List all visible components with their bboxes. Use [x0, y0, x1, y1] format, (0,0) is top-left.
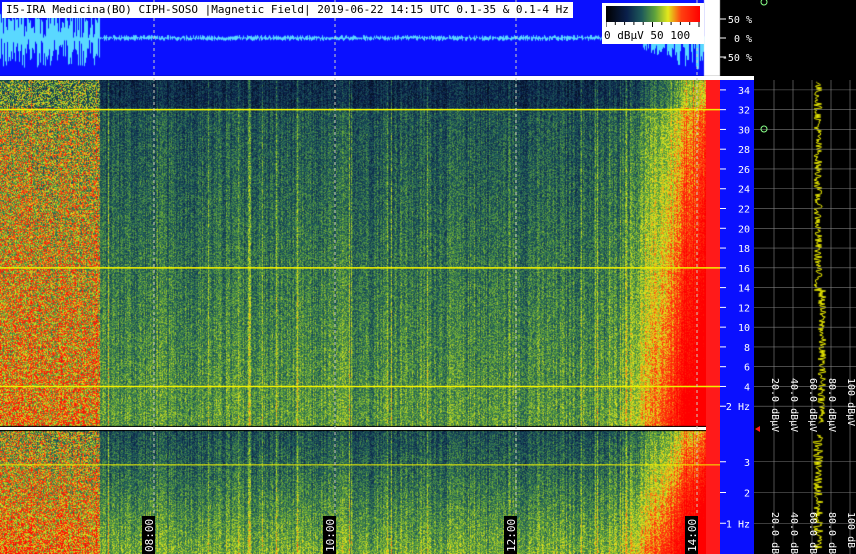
- avg-marker-top: [760, 0, 768, 6]
- freq-tick-label-8: 18: [738, 244, 750, 255]
- right-edge-band: [706, 80, 720, 554]
- freq-tick-label-7: 20: [738, 224, 750, 235]
- freq-tick-label-1: 32: [738, 106, 750, 117]
- panel-separator-bottom: [0, 427, 754, 430]
- colorbar-ticks: [606, 22, 700, 27]
- freq-tick-label-12: 10: [738, 323, 750, 334]
- spectrogram-figure: 08:00 10:00 12:00 14:00 50 % 0 % -50 % 34 32 30 28…: [0, 0, 856, 554]
- waveform-tick-label-2: -50 %: [722, 53, 752, 64]
- colorbar: 0 dBµV 50 100: [602, 3, 704, 44]
- freq-tick-label-0: 34: [738, 86, 750, 97]
- avg-marker-hi: [760, 125, 768, 133]
- avg-low-xtick-label-3: 80.0 dB: [826, 512, 837, 554]
- avg-xtick-label-0: 20.0 dBµV: [769, 378, 780, 432]
- avg-xtick-label-1: 40.0 dBµV: [788, 378, 799, 432]
- avg-low-xtick-label-4: 100 dB: [845, 512, 856, 548]
- avg-xtick-label-2: 60.0 dBµV: [807, 378, 818, 432]
- avg-xtick-label-3: 80.0 dBµV: [826, 378, 837, 432]
- freq-tick-label-11: 12: [738, 303, 750, 314]
- avg-marker-mid: [755, 426, 760, 432]
- panel-separator-top: [0, 76, 754, 80]
- chart-title: I5-IRA Medicina(BO) CIPH-SOSO |Magnetic …: [2, 2, 573, 18]
- freq-tick-label-15: 4: [744, 382, 750, 393]
- freq-tick-label-9: 16: [738, 264, 750, 275]
- time-label-2: 12:00: [505, 519, 518, 552]
- freq-tick-label-13: 8: [744, 343, 750, 354]
- waveform-tick-label-0: 50 %: [728, 15, 752, 26]
- time-label-3: 14:00: [686, 519, 699, 552]
- avg-low-xtick-label-1: 40.0 dB: [788, 512, 799, 554]
- freq-tick-label-6: 22: [738, 205, 750, 216]
- freq-tick-label-2: 30: [738, 125, 750, 136]
- avg-low-xtick-label-0: 20.0 dB: [769, 512, 780, 554]
- time-label-0: 08:00: [143, 519, 156, 552]
- freq-tick-label-5: 24: [738, 185, 750, 196]
- freq-low-tick-label-0: 3: [744, 458, 750, 469]
- avg-xtick-label-4: 100 dBµV: [845, 378, 856, 426]
- colorbar-gradient: [606, 6, 700, 22]
- freq-tick-label-10: 14: [738, 284, 750, 295]
- waveform-tick-label-1: 0 %: [734, 34, 752, 45]
- avg-low-xtick-label-2: 60.0 dB: [807, 512, 818, 554]
- freq-tick-label-4: 26: [738, 165, 750, 176]
- freq-low-tick-label-1: 2: [744, 489, 750, 500]
- freq-tick-label-3: 28: [738, 145, 750, 156]
- colorbar-label: 0 dBµV 50 100: [604, 29, 691, 42]
- freq-tick-label-16: 2 Hz: [726, 402, 750, 413]
- spectrogram-overlay: 08:00 10:00 12:00 14:0050 %0 %-50 %34323028…: [0, 0, 856, 554]
- time-label-1: 10:00: [324, 519, 337, 552]
- freq-low-tick-label-2: 1 Hz: [726, 519, 750, 530]
- freq-tick-label-14: 6: [744, 363, 750, 374]
